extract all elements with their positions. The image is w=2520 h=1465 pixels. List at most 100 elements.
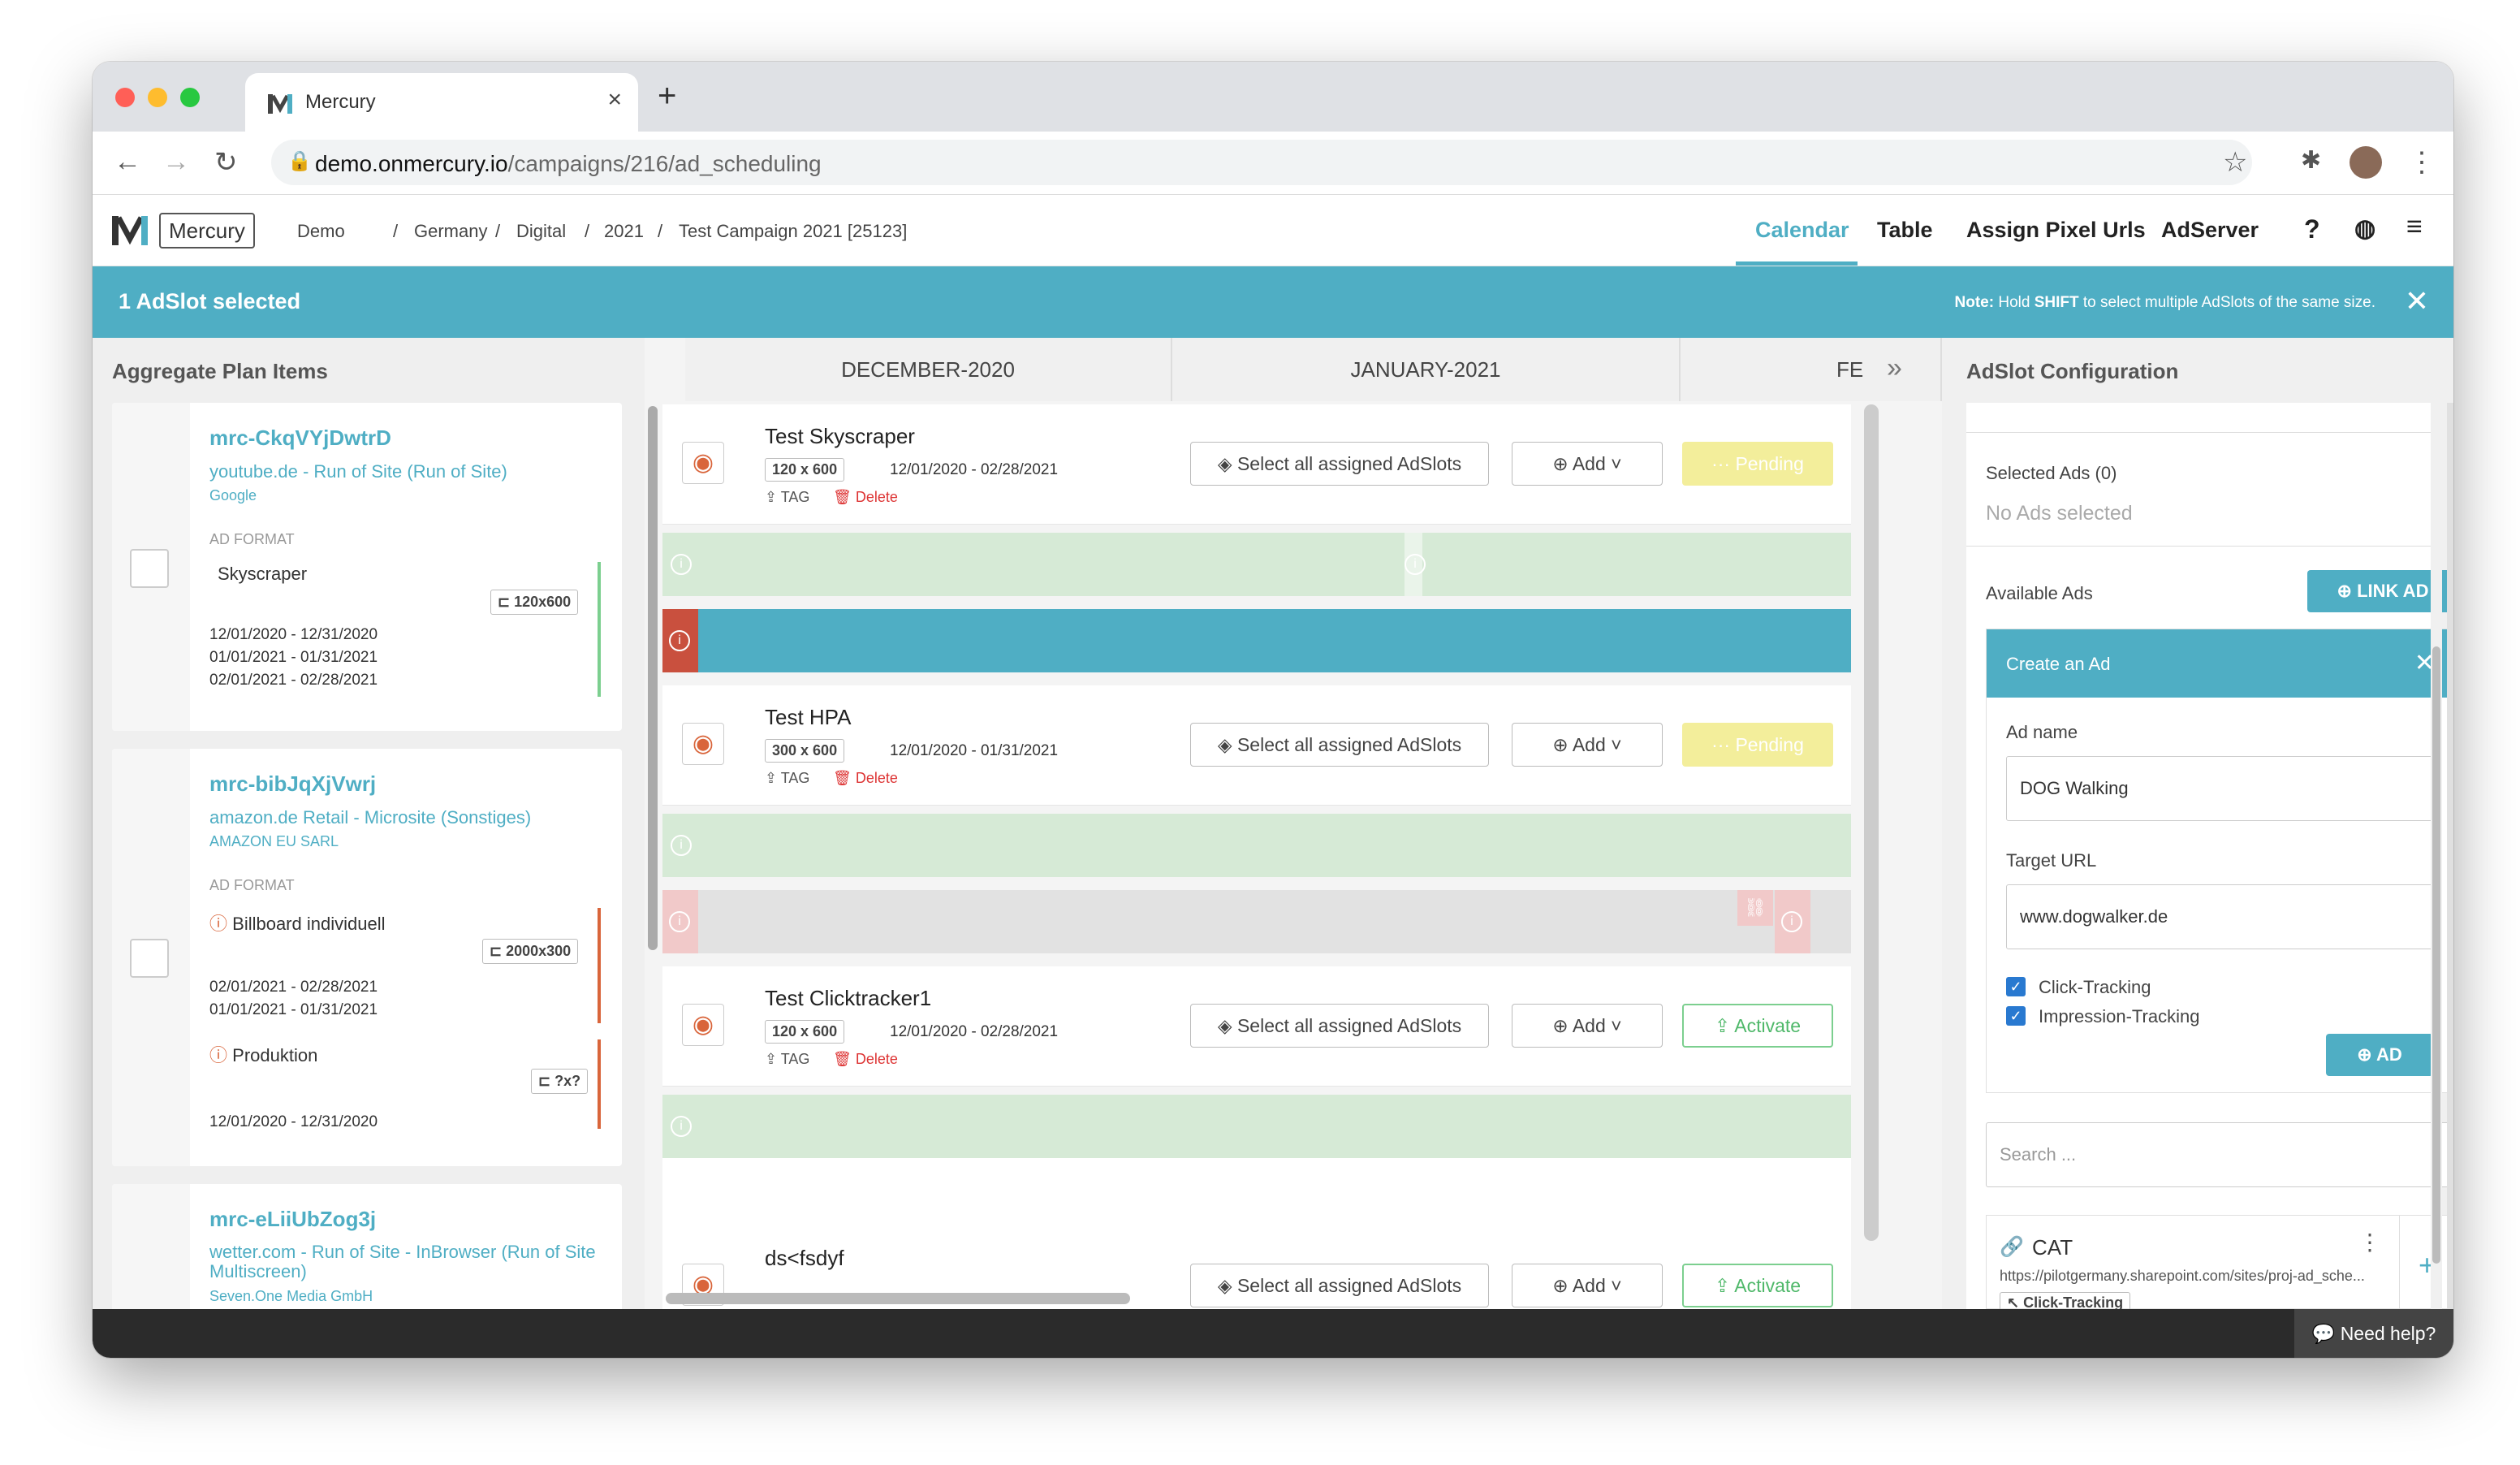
eye-icon[interactable]: ◉ [682,442,724,484]
click-tracking-checkbox[interactable]: ✓ [2006,977,2026,996]
activate-button[interactable]: ⇪ Activate [1682,1264,1833,1307]
mercury-logo-icon[interactable] [110,213,149,248]
plan-item-id[interactable]: mrc-eLiiUbZog3j [209,1207,376,1232]
add-dropdown-button[interactable]: ⊕ Add ˅ [1512,1264,1663,1307]
card-checkbox[interactable] [130,939,169,978]
tag-button[interactable]: ⇪ TAG [765,489,809,506]
bookmark-star-icon[interactable]: ☆ [2223,146,2247,179]
schedule-bar-selected[interactable] [662,609,1851,672]
plan-item-card[interactable]: mrc-eLiiUbZog3j wetter.com - Run of Site… [112,1184,622,1314]
ad-slot-dates: 12/01/2020 - 02/28/2021 [890,1023,1059,1040]
profile-avatar[interactable] [2350,146,2382,179]
schedule-bar[interactable] [662,533,1851,596]
eye-icon[interactable]: ◉ [682,723,724,765]
hamburger-menu-icon[interactable]: ≡ [2406,211,2423,243]
browser-menu-icon[interactable]: ⋮ [2408,146,2436,179]
ad-card-url: https://pilotgermany.sharepoint.com/site… [2000,1268,2365,1284]
status-pending-button[interactable]: ··· Pending [1682,442,1833,486]
breadcrumb-germany[interactable]: Germany [414,221,487,242]
create-ad-button[interactable]: ⊕ AD [2326,1034,2433,1076]
plan-item-id[interactable]: mrc-bibJqXjVwrj [209,771,376,797]
ad-name-input[interactable]: DOG Walking [2006,756,2435,821]
select-all-adslots-button[interactable]: ◈ Select all assigned AdSlots [1190,442,1489,486]
card-checkbox[interactable] [130,549,169,588]
horizontal-scrollbar[interactable] [666,1293,1130,1304]
forward-icon[interactable]: → [162,146,190,178]
select-all-adslots-button[interactable]: ◈ Select all assigned AdSlots [1190,723,1489,767]
create-ad-form: Create an Ad ✕ Ad name DOG Walking Targe… [1986,629,2453,1093]
plan-item-card[interactable]: mrc-bibJqXjVwrj amazon.de Retail - Micro… [112,749,622,1166]
close-banner-icon[interactable]: ✕ [2405,284,2429,318]
nav-table[interactable]: Table [1877,218,1933,243]
link-icon[interactable]: ⛓ [1737,890,1773,926]
nav-adserver[interactable]: AdServer [2161,218,2259,243]
right-scrollbar[interactable] [2432,646,2440,1264]
panel-title: AdSlot Configuration [1966,359,2179,383]
ad-slot-row[interactable]: ◉ Test Skyscraper 120 x 600 12/01/2020 -… [662,404,1851,525]
delete-button[interactable]: 🗑 Delete [833,489,898,506]
ad-slot-name: ds<fsdyf [765,1246,844,1270]
error-marker[interactable]: i [1775,890,1810,953]
expand-right-icon[interactable]: » [1887,352,1902,384]
tag-button[interactable]: ⇪ TAG [765,770,809,787]
more-options-icon[interactable]: ⋮ [2358,1229,2381,1255]
new-tab-icon[interactable]: + [658,78,676,115]
info-icon[interactable]: i [1405,554,1426,575]
crop-icon: ⊏ [538,1073,555,1089]
help-icon[interactable]: ? [2304,214,2320,244]
select-all-adslots-button[interactable]: ◈ Select all assigned AdSlots [1190,1004,1489,1048]
browser-tab[interactable]: Mercury × [245,73,638,132]
error-marker[interactable]: i [662,890,698,953]
url-field[interactable]: 🔒 demo.onmercury.io/campaigns/216/ad_sch… [271,140,2252,185]
delete-button[interactable]: 🗑 Delete [833,770,898,787]
target-url-label: Target URL [2006,850,2097,871]
plan-item-card[interactable]: mrc-CkqVYjDwtrD youtube.de - Run of Site… [112,403,622,731]
schedule-bar[interactable] [662,1095,1851,1158]
address-bar-row: ← → ↻ 🔒 demo.onmercury.io/campaigns/216/… [93,132,2453,195]
activate-button[interactable]: ⇪ Activate [1682,1004,1833,1048]
vertical-scrollbar[interactable] [648,406,658,950]
globe-icon[interactable]: ◍ [2354,214,2375,243]
minimize-window-icon[interactable] [148,88,167,107]
add-dropdown-button[interactable]: ⊕ Add ˅ [1512,723,1663,767]
config-scroll-track [2447,403,2453,1309]
calendar-scrollbar[interactable] [1864,404,1879,1241]
info-icon[interactable]: i [671,835,692,856]
add-dropdown-button[interactable]: ⊕ Add ˅ [1512,442,1663,486]
reload-icon[interactable]: ↻ [214,146,238,179]
eye-icon[interactable]: ◉ [682,1004,724,1046]
close-tab-icon[interactable]: × [607,86,622,114]
schedule-bar-inactive[interactable] [662,890,1851,953]
breadcrumb-year[interactable]: 2021 [604,221,644,242]
ad-list-item[interactable]: 🔗 CAT ⋮ https://pilotgermany.sharepoint.… [1986,1215,2453,1314]
status-pending-button[interactable]: ··· Pending [1682,723,1833,767]
info-icon[interactable]: i [671,1116,692,1137]
breadcrumb-demo[interactable]: Demo [297,221,345,242]
delete-button[interactable]: 🗑 Delete [833,1051,898,1068]
ad-format-label: AD FORMAT [209,531,295,547]
error-marker[interactable]: i [662,609,698,672]
impression-tracking-checkbox[interactable]: ✓ [2006,1006,2026,1026]
plan-item-id[interactable]: mrc-CkqVYjDwtrD [209,426,391,451]
tab-title: Mercury [305,91,376,113]
ad-format-name: Skyscraper [218,564,308,584]
breadcrumb-campaign[interactable]: Test Campaign 2021 [25123] [679,221,907,242]
aggregate-plan-panel: Aggregate Plan Items « mrc-CkqVYjDwtrD y… [93,338,671,1314]
need-help-button[interactable]: 💬 Need help? [2294,1309,2453,1358]
info-icon[interactable]: i [671,554,692,575]
maximize-window-icon[interactable] [180,88,200,107]
select-all-adslots-button[interactable]: ◈ Select all assigned AdSlots [1190,1264,1489,1307]
schedule-bar[interactable] [662,814,1851,877]
nav-assign-pixel-urls[interactable]: Assign Pixel Urls [1966,218,2146,243]
ad-slot-row[interactable]: ◉ Test Clicktracker1 120 x 600 12/01/202… [662,966,1851,1087]
breadcrumb-digital[interactable]: Digital [516,221,566,242]
ad-slot-row[interactable]: ◉ Test HPA 300 x 600 12/01/2020 - 01/31/… [662,685,1851,806]
add-dropdown-button[interactable]: ⊕ Add ˅ [1512,1004,1663,1048]
close-window-icon[interactable] [115,88,135,107]
target-url-input[interactable]: www.dogwalker.de [2006,884,2435,949]
nav-calendar[interactable]: Calendar [1755,218,1849,243]
extensions-icon[interactable]: ✱ [2301,146,2321,175]
tag-button[interactable]: ⇪ TAG [765,1051,809,1068]
back-icon[interactable]: ← [114,146,141,178]
ads-search-input[interactable]: Search ... [1986,1122,2453,1187]
